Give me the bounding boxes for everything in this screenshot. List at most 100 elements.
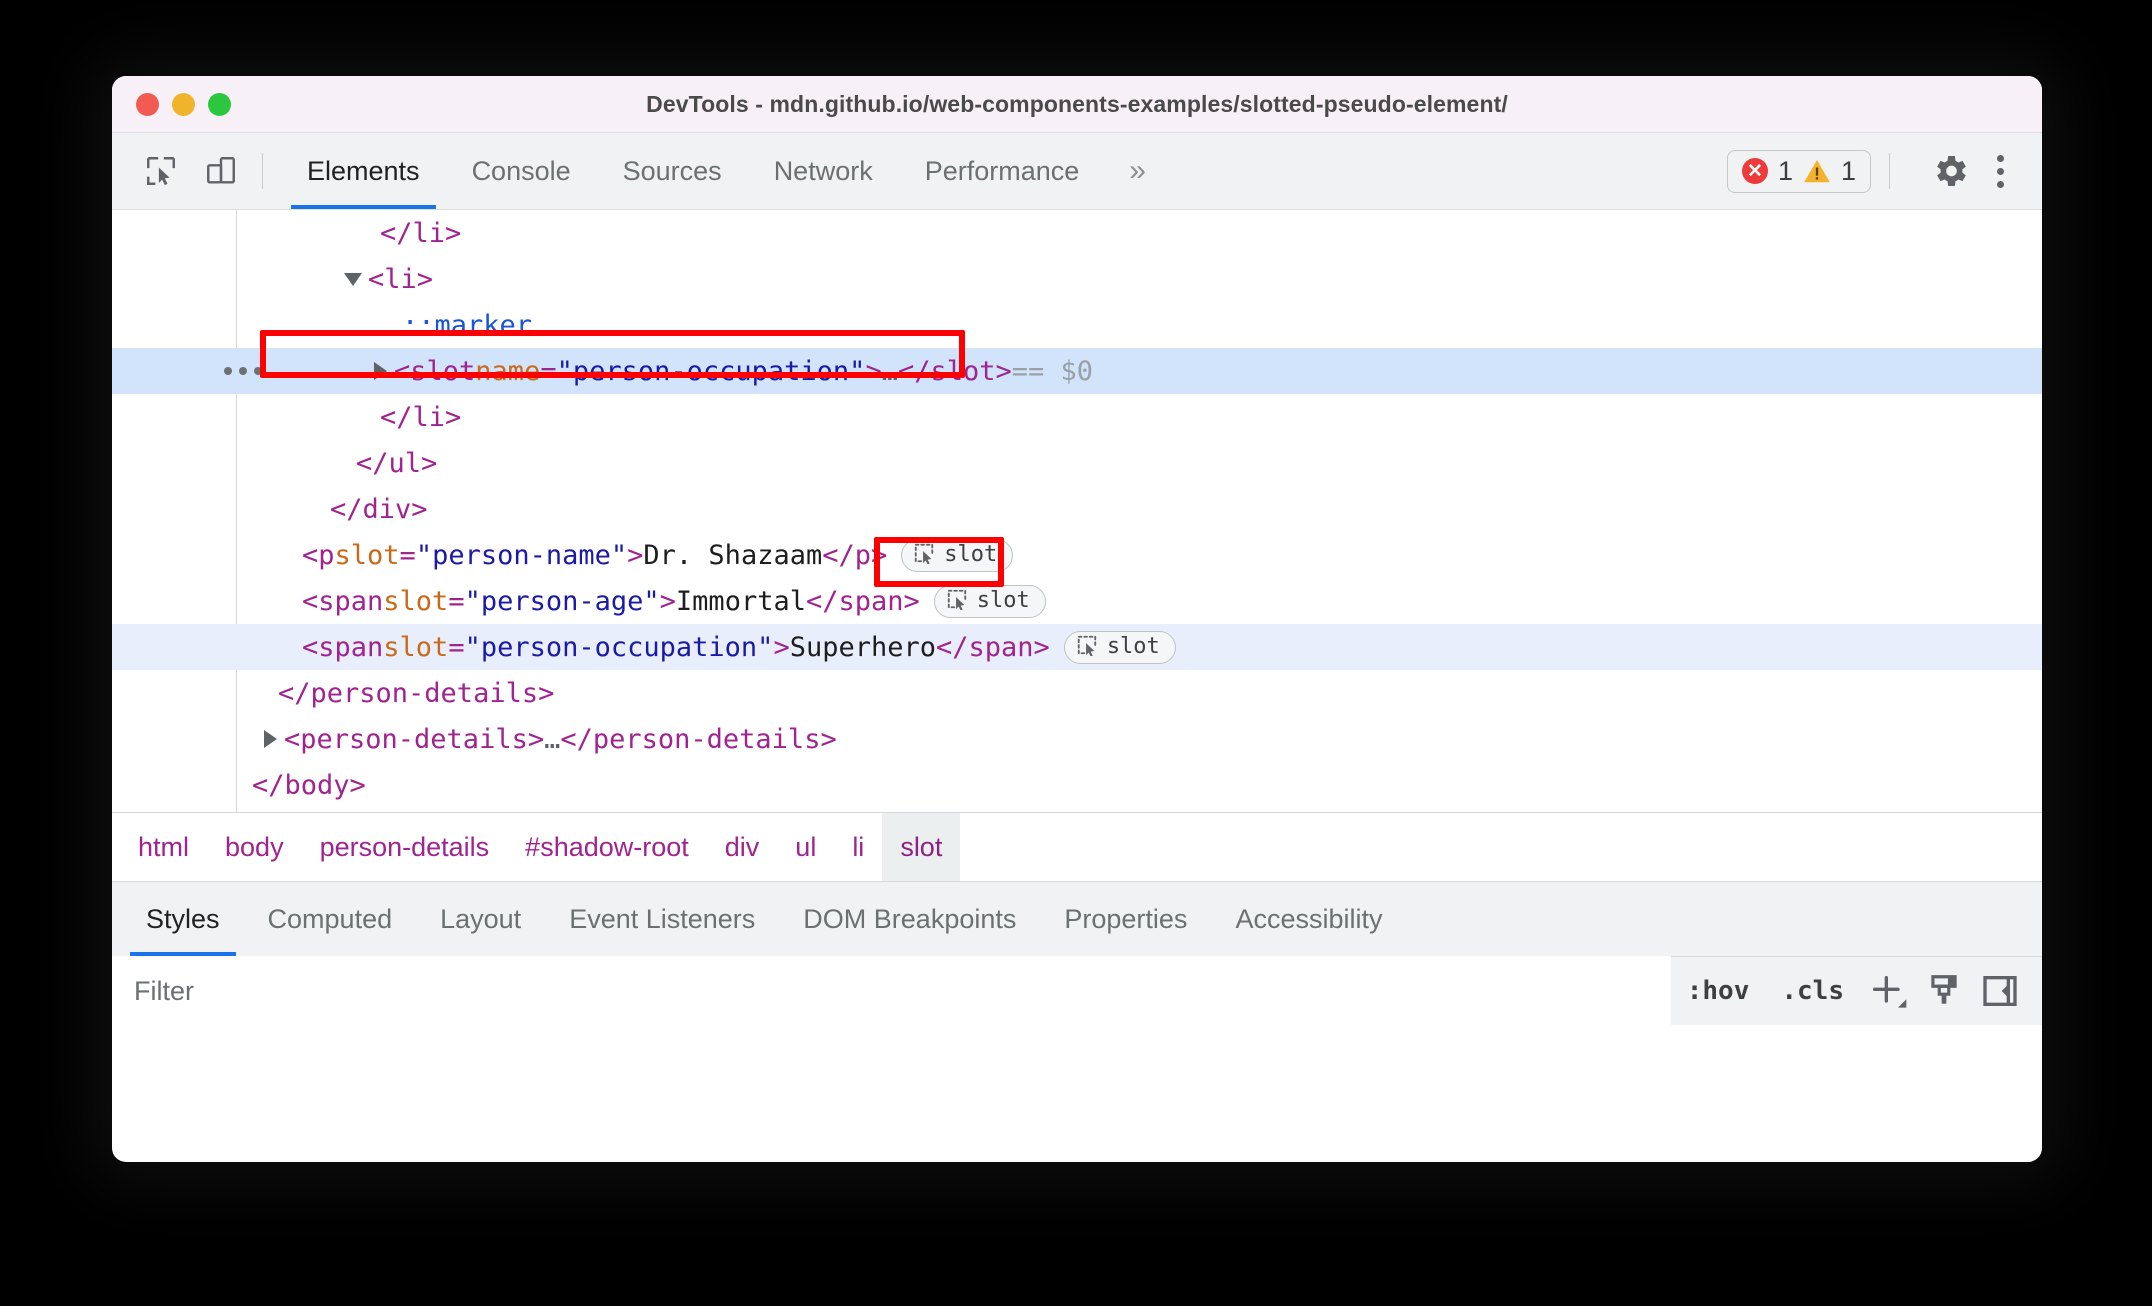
attribute-name-token[interactable]: slot — [383, 634, 448, 661]
tree-row-code: </li> — [380, 220, 461, 247]
attribute-value-token[interactable]: "person-occupation" — [557, 358, 866, 385]
tree-row[interactable]: <li> — [112, 256, 2042, 302]
tag-close-bracket: > — [773, 631, 790, 663]
attribute-name-token[interactable]: slot — [383, 588, 448, 615]
tab-computed[interactable]: Computed — [244, 882, 417, 956]
more-options-icon[interactable] — [224, 348, 262, 394]
slot-badge[interactable]: slot — [901, 538, 1014, 572]
filter-input[interactable] — [112, 956, 1671, 1026]
collapsed-children-ellipsis[interactable]: … — [544, 726, 560, 753]
breadcrumb-item-person-details[interactable]: person-details — [302, 813, 508, 881]
breadcrumb-item-slot[interactable]: slot — [882, 813, 961, 881]
toggle-computed-sidebar-icon[interactable] — [1972, 963, 2028, 1019]
error-icon: ✕ — [1741, 158, 1768, 184]
warning-icon — [1803, 158, 1831, 184]
styles-filter-bar: :hov .cls — [112, 956, 2042, 1026]
issue-counters[interactable]: ✕ 1 1 — [1726, 149, 1871, 193]
dom-tree[interactable]: </li> <li> ::marker <slot name = "person… — [112, 210, 2042, 812]
hover-state-button[interactable]: :hov — [1671, 976, 1766, 1006]
tree-row-code: </ul> — [356, 450, 437, 477]
tree-row-code: <li> — [344, 266, 433, 293]
toolbar-right-actions: ✕ 1 1 — [1726, 133, 2022, 209]
expand-twisty-icon[interactable] — [264, 730, 277, 748]
tab-network[interactable]: Network — [748, 133, 899, 209]
text-node[interactable]: Immortal — [676, 588, 806, 615]
element-classes-icon[interactable] — [1916, 963, 1972, 1019]
breadcrumb-item-body[interactable]: body — [207, 813, 302, 881]
more-tabs-icon[interactable]: » — [1105, 133, 1170, 209]
attribute-name-token[interactable]: name — [475, 358, 540, 385]
tag-token: </ul> — [356, 447, 438, 479]
close-window-button[interactable] — [136, 92, 159, 116]
attribute-value-token[interactable]: "person-age" — [465, 588, 660, 615]
tree-row[interactable]: </li> — [112, 394, 2042, 440]
equals-token: = — [399, 539, 416, 571]
toolbar-divider-right — [1889, 153, 1890, 189]
tree-row[interactable]: </div> — [112, 486, 2042, 532]
slot-badge-highlighted[interactable]: slot — [1063, 630, 1176, 664]
tree-row[interactable]: </li> — [112, 210, 2042, 256]
styles-pane-tabs: Styles Computed Layout Event Listeners D… — [112, 881, 2042, 956]
device-toolbar-icon[interactable] — [198, 148, 244, 194]
traffic-lights — [136, 92, 231, 116]
element-classes-button[interactable]: .cls — [1765, 976, 1860, 1006]
attribute-name-token[interactable]: slot — [335, 542, 400, 569]
closing-tag-token: </person-details> — [560, 723, 837, 755]
inspect-cursor-icon[interactable] — [138, 148, 184, 194]
tag-token: <p — [302, 539, 335, 571]
tag-token: </body> — [252, 769, 366, 801]
tree-row-selected[interactable]: <slot name = "person-occupation" > … </s… — [112, 348, 2042, 394]
breadcrumb-item-li[interactable]: li — [834, 813, 882, 881]
expand-twisty-icon[interactable] — [374, 362, 387, 380]
tab-styles[interactable]: Styles — [122, 882, 244, 956]
window-title: DevTools - mdn.github.io/web-components-… — [646, 90, 1508, 117]
expand-twisty-icon[interactable] — [344, 272, 362, 286]
tree-row-code: <slot name = "person-occupation" > … </s… — [374, 358, 1093, 385]
tree-row[interactable]: </person-details> — [112, 670, 2042, 716]
pseudo-element-token: ::marker — [402, 309, 533, 341]
tree-row[interactable]: ::marker — [112, 302, 2042, 348]
slot-badge-label: slot — [976, 588, 1030, 613]
tab-elements-label: Elements — [307, 155, 420, 186]
breadcrumb-item-html[interactable]: html — [120, 813, 207, 881]
plus-new-style-rule-icon[interactable] — [1860, 963, 1916, 1019]
tree-row[interactable]: <person-details> … </person-details> — [112, 716, 2042, 762]
tab-accessibility[interactable]: Accessibility — [1211, 882, 1406, 956]
tab-console[interactable]: Console — [446, 133, 597, 209]
slot-badge-label: slot — [1106, 634, 1160, 659]
attribute-value-token[interactable]: "person-occupation" — [465, 634, 774, 661]
tree-row[interactable]: <span slot = "person-age" > Immortal </s… — [112, 578, 2042, 624]
kebab-menu-icon[interactable] — [1978, 149, 2022, 193]
slot-badge-label: slot — [944, 542, 998, 567]
slot-badge[interactable]: slot — [933, 584, 1046, 618]
equals-token: = — [540, 355, 557, 387]
tag-close-bracket: > — [659, 585, 676, 617]
breadcrumb-item-ul[interactable]: ul — [777, 813, 834, 881]
tab-layout[interactable]: Layout — [416, 882, 545, 956]
minimize-window-button[interactable] — [172, 92, 195, 116]
tab-sources[interactable]: Sources — [597, 133, 748, 209]
text-node[interactable]: Dr. Shazaam — [643, 542, 822, 569]
tree-row[interactable]: </body> — [112, 762, 2042, 808]
breadcrumb-item-div[interactable]: div — [707, 813, 778, 881]
toolbar-divider — [262, 153, 263, 189]
tree-row-code: <span slot = "person-age" > Immortal </s… — [302, 584, 1046, 618]
tag-close-bracket: > — [865, 355, 882, 387]
tree-row[interactable]: </html> — [112, 808, 2042, 812]
tab-dom-breakpoints[interactable]: DOM Breakpoints — [779, 882, 1040, 956]
tag-token: </li> — [380, 217, 462, 249]
zoom-window-button[interactable] — [208, 92, 231, 116]
tab-sources-label: Sources — [622, 155, 722, 186]
tree-row[interactable]: </ul> — [112, 440, 2042, 486]
breadcrumb-item-shadow-root[interactable]: #shadow-root — [507, 813, 707, 881]
collapsed-children-ellipsis[interactable]: … — [882, 358, 898, 385]
tree-row-hovered[interactable]: <span slot = "person-occupation" > Super… — [112, 624, 2042, 670]
tree-row[interactable]: <p slot = "person-name" > Dr. Shazaam </… — [112, 532, 2042, 578]
attribute-value-token[interactable]: "person-name" — [416, 542, 627, 569]
tab-elements[interactable]: Elements — [281, 133, 446, 209]
gear-icon[interactable] — [1930, 151, 1970, 191]
tab-properties[interactable]: Properties — [1040, 882, 1211, 956]
text-node[interactable]: Superhero — [790, 634, 936, 661]
tab-performance[interactable]: Performance — [899, 133, 1106, 209]
tab-event-listeners[interactable]: Event Listeners — [545, 882, 779, 956]
